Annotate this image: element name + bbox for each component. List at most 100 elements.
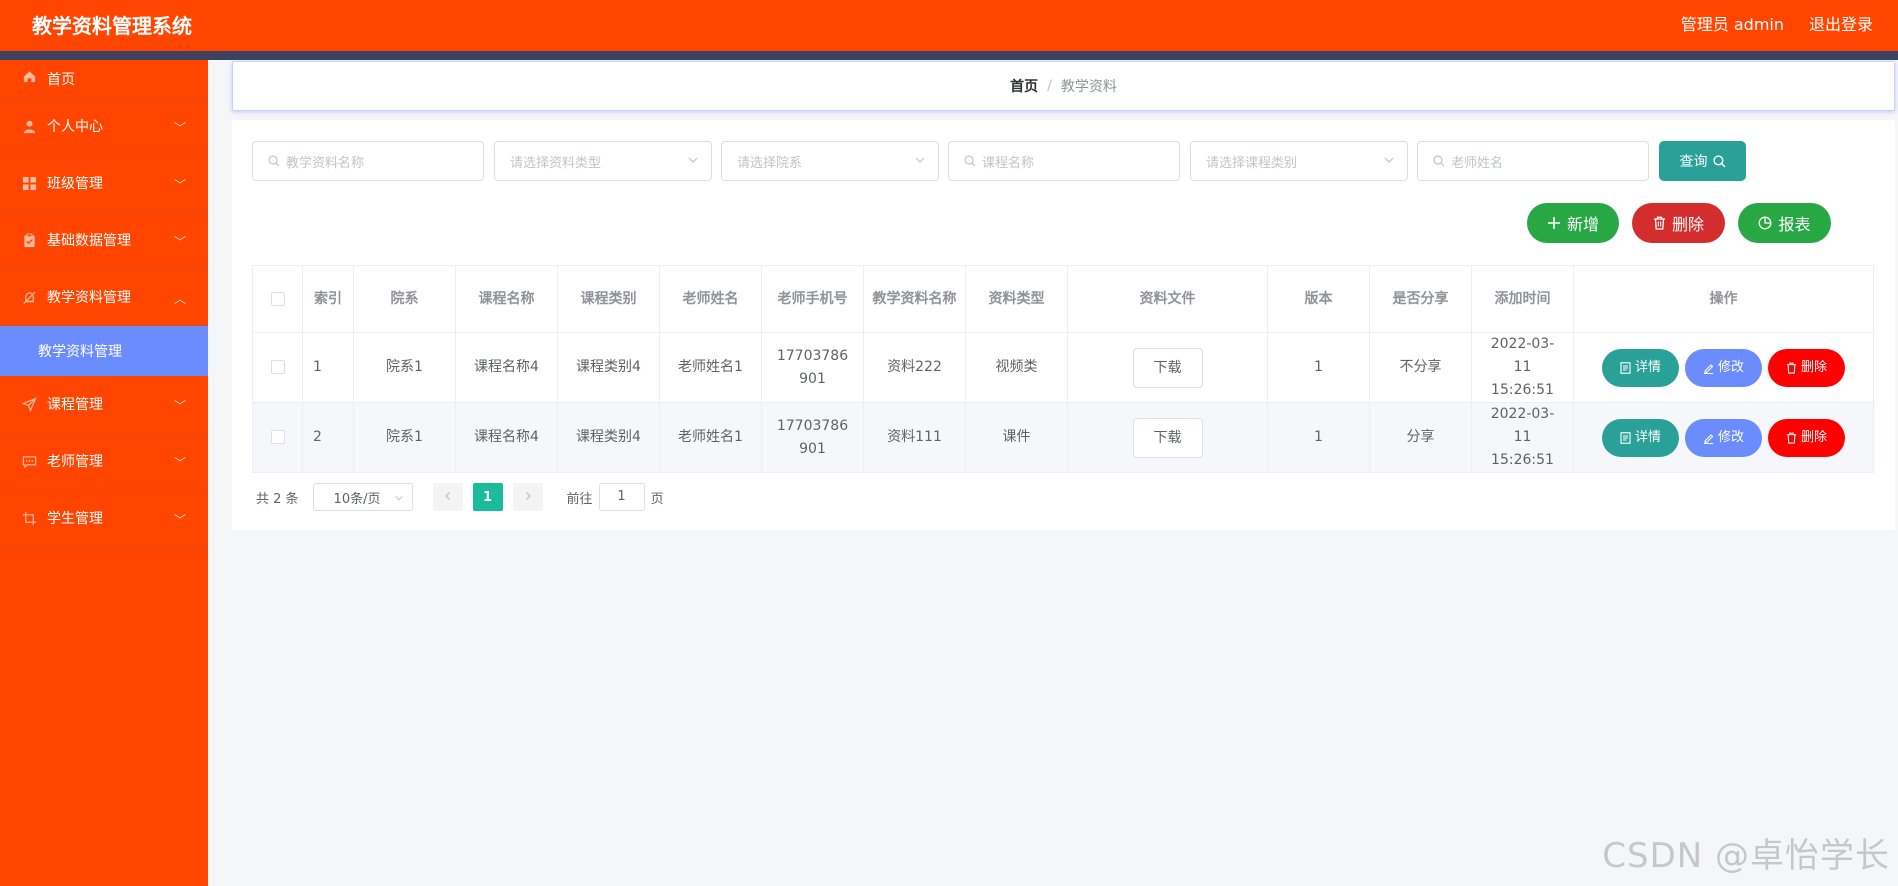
page-number-current[interactable]: 1 xyxy=(472,483,503,511)
breadcrumb-current: 教学资料 xyxy=(1060,79,1117,95)
sidebar-item-class-management[interactable]: 班级管理 ﹀ xyxy=(0,155,208,212)
column-header: 教学资料名称 xyxy=(863,265,966,333)
search-icon xyxy=(1433,155,1445,167)
chevron-down-icon: ﹀ xyxy=(173,399,186,413)
home-icon xyxy=(22,69,37,84)
grid-icon xyxy=(22,176,37,191)
department-select[interactable]: 请选择院系 xyxy=(721,141,939,181)
column-header: 是否分享 xyxy=(1369,265,1472,333)
cell-course-name: 课程名称4 xyxy=(455,402,558,473)
search-icon xyxy=(1712,154,1726,168)
column-header: 课程名称 xyxy=(455,265,558,333)
course-type-select[interactable]: 请选择课程类别 xyxy=(1190,141,1408,181)
page-size-select[interactable]: 10条/页 xyxy=(312,483,413,511)
cell-teacher-name: 老师姓名1 xyxy=(659,332,762,403)
sidebar-item-base-data[interactable]: 基础数据管理 ﹀ xyxy=(0,212,208,269)
table-header-row: 索引 院系 课程名称 课程类别 老师姓名 老师手机号 教学资料名称 资料类型 资… xyxy=(252,265,1874,333)
next-page-button[interactable] xyxy=(512,483,543,511)
teacher-name-input[interactable]: 老师姓名 xyxy=(1417,141,1649,181)
clipboard-icon xyxy=(22,232,37,248)
material-name-input[interactable]: 教学资料名称 xyxy=(252,141,484,181)
bell-off-icon xyxy=(22,290,37,305)
row-delete-button[interactable]: 删除 xyxy=(1768,418,1845,457)
chevron-down-icon xyxy=(687,154,699,170)
report-button[interactable]: 报表 xyxy=(1738,203,1831,243)
pie-chart-icon xyxy=(1758,216,1772,230)
column-header: 添加时间 xyxy=(1471,265,1574,333)
row-delete-button[interactable]: 删除 xyxy=(1768,348,1845,387)
sidebar-item-label: 老师管理 xyxy=(47,454,103,470)
sidebar-item-teacher-management[interactable]: 老师管理 ﹀ xyxy=(0,433,208,490)
column-header: 资料类型 xyxy=(965,265,1068,333)
total-count: 共 2 条 xyxy=(256,491,299,507)
user-icon xyxy=(22,119,37,134)
column-header: 资料文件 xyxy=(1067,265,1268,333)
batch-delete-button[interactable]: 删除 xyxy=(1632,203,1725,243)
sidebar-item-course-management[interactable]: 课程管理 ﹀ xyxy=(0,376,208,433)
trash-icon xyxy=(1786,432,1797,444)
teacher-phone-text: 17703786901 xyxy=(776,417,849,457)
sidebar: 首页 个人中心 ﹀ 班级管理 ﹀ 基础数据管理 ﹀ 教学资料管理 ︿ 教学资料管… xyxy=(0,60,208,886)
search-icon xyxy=(964,155,976,167)
add-button[interactable]: 新增 xyxy=(1527,203,1619,243)
plus-icon xyxy=(1547,216,1561,230)
app-title: 教学资料管理系统 xyxy=(32,14,192,38)
cell-version: 1 xyxy=(1267,332,1370,403)
report-label: 报表 xyxy=(1778,215,1811,234)
download-button[interactable]: 下载 xyxy=(1132,347,1203,388)
detail-button[interactable]: 详情 xyxy=(1602,348,1679,387)
edit-button[interactable]: 修改 xyxy=(1685,418,1762,457)
sidebar-item-label: 班级管理 xyxy=(47,176,103,192)
column-header: 老师姓名 xyxy=(659,265,762,333)
prev-page-button[interactable] xyxy=(432,483,463,511)
goto-label: 前往 xyxy=(566,491,593,507)
edit-label: 修改 xyxy=(1717,360,1744,375)
pagination: 共 2 条 10条/页 1 前往 1 页 xyxy=(256,483,664,511)
chevron-down-icon: ﹀ xyxy=(173,121,186,135)
sidebar-item-label: 学生管理 xyxy=(47,511,103,527)
cell-material-file: 下载 xyxy=(1067,332,1268,403)
goto-page-input[interactable]: 1 xyxy=(598,483,645,511)
materials-table: 索引 院系 课程名称 课程类别 老师姓名 老师手机号 教学资料名称 资料类型 资… xyxy=(252,265,1874,473)
cell-course-type: 课程类别4 xyxy=(557,402,660,473)
chevron-down-icon: ﹀ xyxy=(173,235,186,249)
select-all-checkbox[interactable] xyxy=(270,291,285,306)
download-button[interactable]: 下载 xyxy=(1132,417,1203,458)
header-divider xyxy=(0,51,1898,60)
breadcrumb-home[interactable]: 首页 xyxy=(1010,76,1038,96)
pencil-icon xyxy=(1703,362,1714,374)
material-name-placeholder: 教学资料名称 xyxy=(286,155,365,171)
added-time-text: 2022-03-11 15:26:51 xyxy=(1490,336,1555,398)
sidebar-item-personal-center[interactable]: 个人中心 ﹀ xyxy=(0,98,208,155)
row-checkbox[interactable] xyxy=(270,430,285,444)
chevron-left-icon xyxy=(443,490,453,505)
cell-material-type: 课件 xyxy=(965,402,1068,473)
page-suffix: 页 xyxy=(650,491,664,507)
document-icon xyxy=(1620,361,1631,374)
sidebar-item-student-management[interactable]: 学生管理 ﹀ xyxy=(0,490,208,547)
detail-label: 详情 xyxy=(1634,360,1661,375)
edit-button[interactable]: 修改 xyxy=(1685,348,1762,387)
column-header: 院系 xyxy=(353,265,456,333)
sidebar-subitem-teaching-material[interactable]: 教学资料管理 xyxy=(0,326,208,376)
detail-button[interactable]: 详情 xyxy=(1602,418,1679,457)
query-button[interactable]: 查询 xyxy=(1659,141,1746,181)
sidebar-item-teaching-material[interactable]: 教学资料管理 ︿ xyxy=(0,269,208,326)
cell-index: 1 xyxy=(302,332,354,403)
table-row: 1 院系1 课程名称4 课程类别4 老师姓名1 17703786901 资料22… xyxy=(252,332,1874,403)
material-type-select[interactable]: 请选择资料类型 xyxy=(494,141,712,181)
cell-teacher-name: 老师姓名1 xyxy=(659,402,762,473)
cell-course-type: 课程类别4 xyxy=(557,332,660,403)
sidebar-item-home[interactable]: 首页 xyxy=(0,60,208,98)
logout-link[interactable]: 退出登录 xyxy=(1809,11,1873,35)
chevron-down-icon: ﹀ xyxy=(173,178,186,192)
course-name-input[interactable]: 课程名称 xyxy=(948,141,1180,181)
teacher-name-placeholder: 老师姓名 xyxy=(1451,155,1504,171)
department-placeholder: 请选择院系 xyxy=(737,155,803,171)
cell-shared: 分享 xyxy=(1369,402,1472,473)
cell-added-time: 2022-03-11 15:26:51 xyxy=(1471,332,1574,403)
chevron-down-icon xyxy=(1383,154,1395,170)
cell-index: 2 xyxy=(302,402,354,473)
cell-department: 院系1 xyxy=(353,402,456,473)
row-checkbox[interactable] xyxy=(270,360,285,374)
